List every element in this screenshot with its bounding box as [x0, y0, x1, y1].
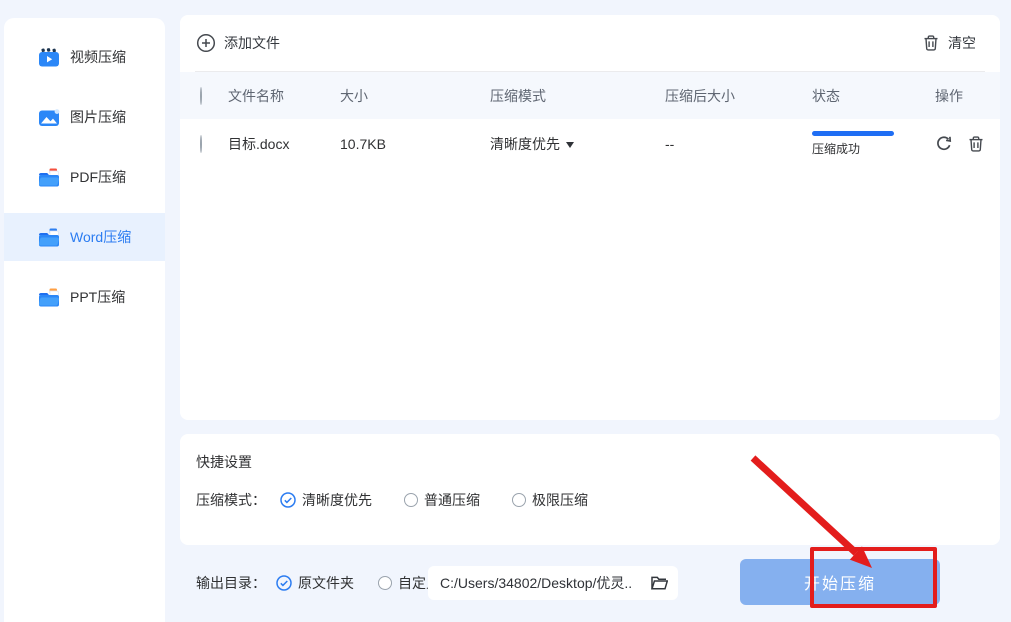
radio-unchecked-icon: [378, 576, 392, 590]
radio-unchecked-icon: [512, 493, 526, 507]
row-mode-dropdown[interactable]: 清晰度优先: [490, 134, 574, 154]
sidebar-item-label: 图片压缩: [70, 109, 126, 125]
col-header-after-size: 压缩后大小: [665, 87, 735, 104]
output-path-value: C:/Users/34802/Desktop/优灵..: [440, 575, 633, 591]
sidebar-item-label: PDF压缩: [70, 169, 126, 185]
col-header-status: 状态: [812, 87, 840, 104]
list-toolbar: 添加文件 清空: [180, 15, 1000, 71]
clear-all-label: 清空: [948, 35, 976, 51]
sidebar-item-video[interactable]: 视频压缩: [4, 33, 165, 81]
pdf-folder-icon: [38, 168, 60, 187]
col-header-operations: 操作: [935, 87, 963, 104]
clear-all-button[interactable]: 清空: [922, 33, 976, 53]
add-file-label: 添加文件: [224, 35, 280, 51]
browse-folder-icon[interactable]: [650, 575, 668, 591]
plus-circle-icon: [196, 33, 216, 53]
add-file-button[interactable]: 添加文件: [196, 33, 280, 53]
video-icon: [38, 47, 60, 67]
file-size: 10.7KB: [340, 136, 386, 152]
output-dir-label: 输出目录：: [196, 575, 266, 591]
radio-label: 清晰度优先: [302, 492, 372, 508]
trash-icon: [922, 34, 940, 52]
file-list-panel: 添加文件 清空 文件名称 大小 压缩模式 压缩后大小 状态 操作 目标.docx…: [180, 15, 1000, 420]
radio-label: 普通压缩: [424, 492, 480, 508]
output-directory-bar: 输出目录： 原文件夹 自定义: [196, 566, 440, 600]
sidebar-item-pdf[interactable]: PDF压缩: [4, 153, 165, 201]
quick-settings-panel: 快捷设置 压缩模式： 清晰度优先 普通压缩 极限压缩: [180, 434, 1000, 545]
radio-mode-extreme[interactable]: 极限压缩: [512, 490, 588, 510]
sidebar-item-label: PPT压缩: [70, 289, 126, 305]
table-row: 目标.docx 10.7KB 清晰度优先 -- 压缩成功: [180, 119, 1000, 169]
table-header-row: 文件名称 大小 压缩模式 压缩后大小 状态 操作: [180, 72, 1000, 119]
col-header-filename: 文件名称: [228, 87, 284, 104]
radio-output-original[interactable]: 原文件夹: [276, 573, 354, 593]
col-header-mode: 压缩模式: [490, 87, 546, 104]
output-path-input[interactable]: C:/Users/34802/Desktop/优灵..: [428, 566, 678, 600]
radio-label: 极限压缩: [532, 492, 588, 508]
start-compress-button[interactable]: 开始压缩: [740, 559, 940, 605]
chevron-down-icon: [566, 142, 574, 148]
file-after-size: --: [665, 136, 675, 152]
mode-group-label: 压缩模式：: [196, 492, 266, 508]
sidebar-item-label: Word压缩: [70, 229, 132, 245]
status-text: 压缩成功: [812, 142, 861, 156]
row-mode-value: 清晰度优先: [490, 136, 560, 152]
radio-label: 原文件夹: [298, 575, 354, 591]
sidebar: 视频压缩 图片压缩 PDF压缩 Word压缩 PPT压缩: [4, 18, 165, 622]
sidebar-item-image[interactable]: 图片压缩: [4, 93, 165, 141]
word-folder-icon: [38, 228, 60, 247]
check-circle-icon: [280, 492, 296, 508]
progress-bar: [812, 131, 894, 136]
redo-compress-icon[interactable]: [935, 135, 953, 153]
col-header-size: 大小: [340, 87, 368, 104]
status-cell: 压缩成功: [812, 131, 935, 157]
file-name: 目标.docx: [228, 136, 290, 152]
sidebar-item-word[interactable]: Word压缩: [4, 213, 165, 261]
radio-mode-normal[interactable]: 普通压缩: [404, 490, 480, 510]
check-circle-icon: [276, 575, 292, 591]
sidebar-item-ppt[interactable]: PPT压缩: [4, 273, 165, 321]
quick-settings-title: 快捷设置: [196, 454, 252, 470]
radio-unchecked-icon: [404, 493, 418, 507]
row-delete-icon[interactable]: [967, 135, 985, 153]
ppt-folder-icon: [38, 288, 60, 307]
image-icon: [38, 108, 60, 127]
row-checkbox[interactable]: [200, 135, 202, 153]
radio-mode-clarity[interactable]: 清晰度优先: [280, 490, 372, 510]
sidebar-item-label: 视频压缩: [70, 49, 126, 65]
select-all-checkbox[interactable]: [200, 86, 202, 105]
